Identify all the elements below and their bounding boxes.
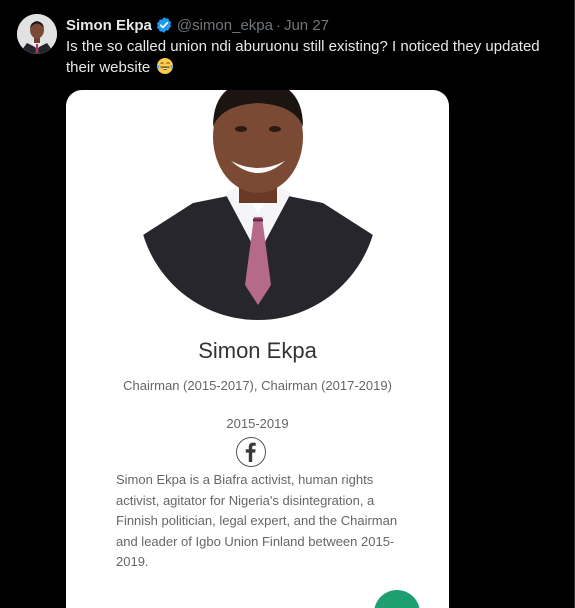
separator-dot: · xyxy=(275,16,281,34)
display-name[interactable]: Simon Ekpa xyxy=(66,17,152,34)
avatar-image xyxy=(17,14,57,54)
tweet-body: Is the so called union ndi aburuonu stil… xyxy=(66,38,540,76)
card-years: 2015-2019 xyxy=(226,416,289,431)
verified-badge-icon[interactable] xyxy=(155,16,173,34)
media-screenshot[interactable]: Simon Ekpa Chairman (2015-2017), Chairma… xyxy=(66,90,449,608)
timestamp[interactable]: Jun 27 xyxy=(284,17,329,34)
tweet-header: Simon Ekpa @simon_ekpa · Jun 27 xyxy=(66,15,329,35)
card-role: Chairman (2015-2017), Chairman (2017-201… xyxy=(123,378,392,393)
handle[interactable]: @simon_ekpa xyxy=(177,17,273,34)
chat-button[interactable] xyxy=(374,590,420,608)
avatar[interactable] xyxy=(17,14,57,54)
tweet-text: Is the so called union ndi aburuonu stil… xyxy=(66,37,566,78)
facebook-icon[interactable] xyxy=(236,437,266,467)
card-bio: Simon Ekpa is a Biafra activist, human r… xyxy=(116,472,398,569)
card-name: Simon Ekpa xyxy=(198,338,317,363)
profile-photo xyxy=(143,90,373,320)
tweet[interactable]: Simon Ekpa @simon_ekpa · Jun 27 Is the s… xyxy=(0,0,575,608)
tears-of-joy-emoji xyxy=(156,57,174,75)
